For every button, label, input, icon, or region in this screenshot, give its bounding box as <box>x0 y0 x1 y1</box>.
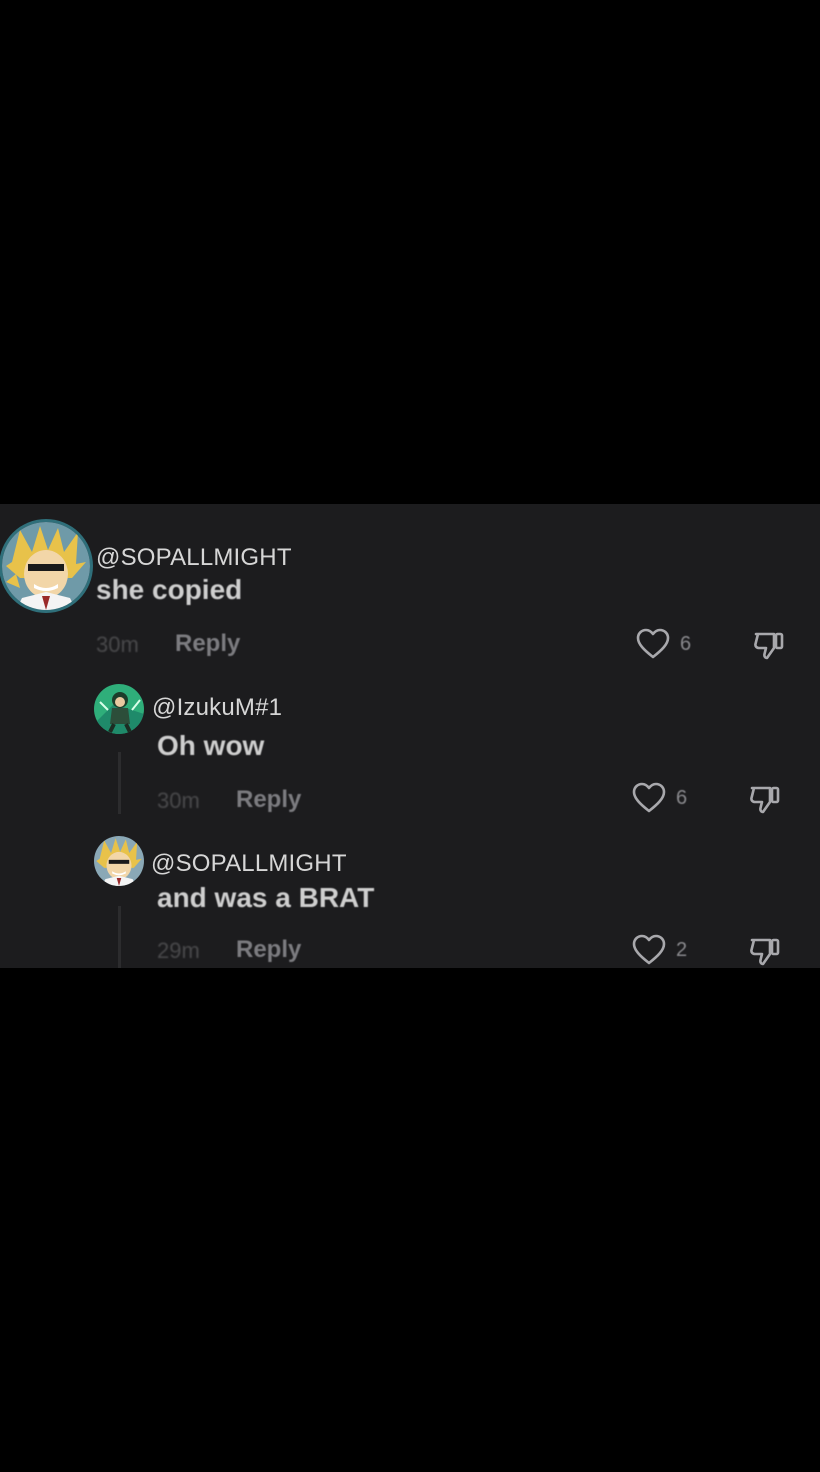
like-count: 6 <box>680 632 692 655</box>
reply-button[interactable]: Reply <box>236 936 301 964</box>
avatar-image <box>94 684 144 734</box>
reply-button[interactable]: Reply <box>236 786 301 814</box>
avatar-image <box>2 522 90 610</box>
comment-timestamp: 29m <box>157 938 200 963</box>
comment-text: Oh wow <box>157 730 265 761</box>
avatar-image <box>94 836 144 886</box>
reply-button[interactable]: Reply <box>175 630 240 658</box>
comment-timestamp: 30m <box>157 788 200 813</box>
comment-timestamp: 30m <box>96 632 139 657</box>
comments-panel: @SOPALLMIGHT she copied 30m Reply 6 @Izu… <box>0 504 820 968</box>
comment-username[interactable]: @SOPALLMIGHT <box>151 850 347 878</box>
dislike-button[interactable] <box>748 782 782 816</box>
heart-icon <box>636 628 670 659</box>
comment-text: she copied <box>96 574 243 605</box>
thumbs-down-icon <box>750 786 780 814</box>
dislike-button[interactable] <box>748 934 782 968</box>
dislike-button[interactable] <box>752 628 786 662</box>
like-button[interactable]: 6 <box>636 628 691 660</box>
heart-icon <box>632 934 666 965</box>
like-count: 6 <box>676 786 688 809</box>
comment-text: and was a BRAT <box>157 882 375 913</box>
all-might-avatar[interactable] <box>2 522 90 610</box>
comment-username[interactable]: @IzukuM#1 <box>152 694 282 722</box>
thumbs-down-icon <box>754 632 784 660</box>
like-button[interactable]: 2 <box>632 934 687 966</box>
izuku-avatar[interactable] <box>94 684 144 734</box>
thumbs-down-icon <box>750 938 780 966</box>
comment-username[interactable]: @SOPALLMIGHT <box>96 544 292 572</box>
comment-item: @SOPALLMIGHT she copied 30m Reply 6 <box>0 504 820 664</box>
all-might-avatar[interactable] <box>94 836 144 886</box>
reply-item: @SOPALLMIGHT and was a BRAT 29m Reply 2 <box>0 814 820 968</box>
heart-icon <box>632 782 666 813</box>
like-count: 2 <box>676 938 688 961</box>
like-button[interactable]: 6 <box>632 782 687 814</box>
reply-item: @IzukuM#1 Oh wow 30m Reply 6 <box>0 664 820 814</box>
